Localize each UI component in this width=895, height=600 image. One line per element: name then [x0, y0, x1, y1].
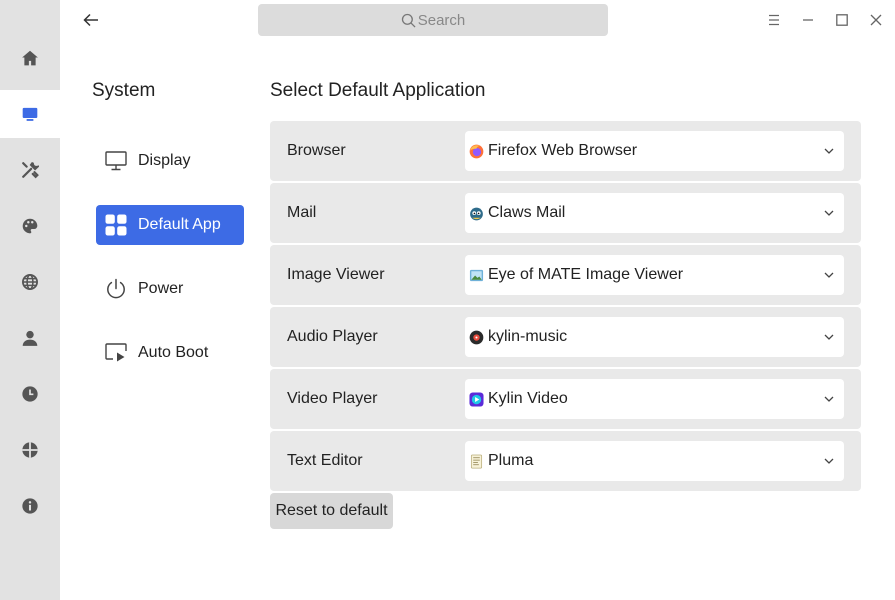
browser-select[interactable]: Firefox Web Browser: [465, 131, 844, 171]
search-input[interactable]: Search: [258, 4, 608, 36]
menu-button[interactable]: [765, 11, 783, 29]
left-rail: [0, 0, 60, 600]
close-icon: [870, 14, 882, 26]
update-icon: [22, 442, 38, 458]
arrow-left-icon: [83, 13, 98, 27]
account-icon: [22, 330, 38, 346]
video-player-select[interactable]: Kylin Video: [465, 379, 844, 419]
datetime-icon: [22, 386, 38, 402]
chevron-down-icon: [824, 458, 834, 464]
back-button[interactable]: [80, 9, 102, 31]
select-value: kylin-music: [488, 328, 568, 345]
minimize-button[interactable]: [799, 11, 817, 29]
row-label: Browser: [287, 142, 346, 159]
row-label: Text Editor: [287, 452, 363, 469]
hamburger-icon: [769, 14, 779, 26]
subnav-label: Power: [138, 280, 184, 297]
rail-home[interactable]: [0, 34, 60, 82]
row-label: Mail: [287, 204, 317, 221]
power-icon: [104, 277, 128, 301]
reset-to-default-button[interactable]: Reset to default: [270, 493, 393, 529]
select-value: Claws Mail: [488, 204, 566, 221]
devices-icon: [22, 162, 39, 179]
select-value: Eye of MATE Image Viewer: [488, 266, 684, 283]
maximize-button[interactable]: [833, 11, 851, 29]
subnav-label: Default App: [138, 216, 221, 233]
rail-account[interactable]: [0, 314, 60, 362]
rail-datetime[interactable]: [0, 370, 60, 418]
select-value: Kylin Video: [488, 390, 568, 407]
rail-devices[interactable]: [0, 146, 60, 194]
subnav-label: Display: [138, 152, 191, 169]
rail-personalize[interactable]: [0, 202, 60, 250]
system-icon: [22, 107, 38, 121]
about-icon: [22, 498, 38, 514]
rail-about[interactable]: [0, 482, 60, 530]
rail-system[interactable]: [0, 90, 60, 138]
default-app-row-audio-player: Audio Player kylin-music: [270, 307, 861, 367]
personalize-icon: [22, 218, 38, 234]
default-app-row-image-viewer: Image Viewer Eye of MATE Image Viewer: [270, 245, 861, 305]
video-icon: [469, 391, 484, 407]
row-label: Audio Player: [287, 328, 378, 345]
mail-select[interactable]: Claws Mail: [465, 193, 844, 233]
chevron-down-icon: [824, 272, 834, 278]
image-viewer-select[interactable]: Eye of MATE Image Viewer: [465, 255, 844, 295]
claws-mail-icon: [469, 206, 484, 221]
default-app-row-text-editor: Text Editor Pluma: [270, 431, 861, 491]
rail-update[interactable]: [0, 426, 60, 474]
network-icon: [22, 274, 38, 290]
chevron-down-icon: [824, 396, 834, 402]
default-app-row-mail: Mail Claws Mail: [270, 183, 861, 243]
auto-boot-icon: [104, 341, 128, 365]
subnav-power[interactable]: Power: [96, 269, 244, 309]
home-icon: [22, 50, 38, 66]
default-app-row-browser: Browser Firefox Web Browser: [270, 121, 861, 181]
subnav-label: Auto Boot: [138, 344, 209, 361]
row-label: Image Viewer: [287, 266, 385, 283]
audio-player-select[interactable]: kylin-music: [465, 317, 844, 357]
maximize-icon: [836, 14, 848, 26]
rail-network[interactable]: [0, 258, 60, 306]
minimize-icon: [803, 19, 813, 21]
section-title: System: [92, 80, 156, 101]
search-icon: [401, 13, 416, 28]
row-label: Video Player: [287, 390, 378, 407]
subnav-default-app[interactable]: Default App: [96, 205, 244, 245]
music-icon: [469, 330, 484, 345]
search-placeholder: Search: [417, 11, 466, 29]
image-viewer-icon: [469, 268, 484, 283]
chevron-down-icon: [824, 210, 834, 216]
monitor-icon: [104, 149, 128, 173]
chevron-down-icon: [824, 334, 834, 340]
select-value: Firefox Web Browser: [488, 142, 638, 159]
text-editor-select[interactable]: Pluma: [465, 441, 844, 481]
firefox-icon: [469, 144, 484, 159]
close-button[interactable]: [867, 11, 885, 29]
grid-icon: [104, 213, 128, 237]
select-value: Pluma: [488, 452, 534, 469]
chevron-down-icon: [824, 148, 834, 154]
page-title: Select Default Application: [270, 80, 486, 101]
text-editor-icon: [469, 454, 484, 469]
default-app-row-video-player: Video Player Kylin Video: [270, 369, 861, 429]
subnav-display[interactable]: Display: [96, 141, 244, 181]
subnav-auto-boot[interactable]: Auto Boot: [96, 333, 244, 373]
